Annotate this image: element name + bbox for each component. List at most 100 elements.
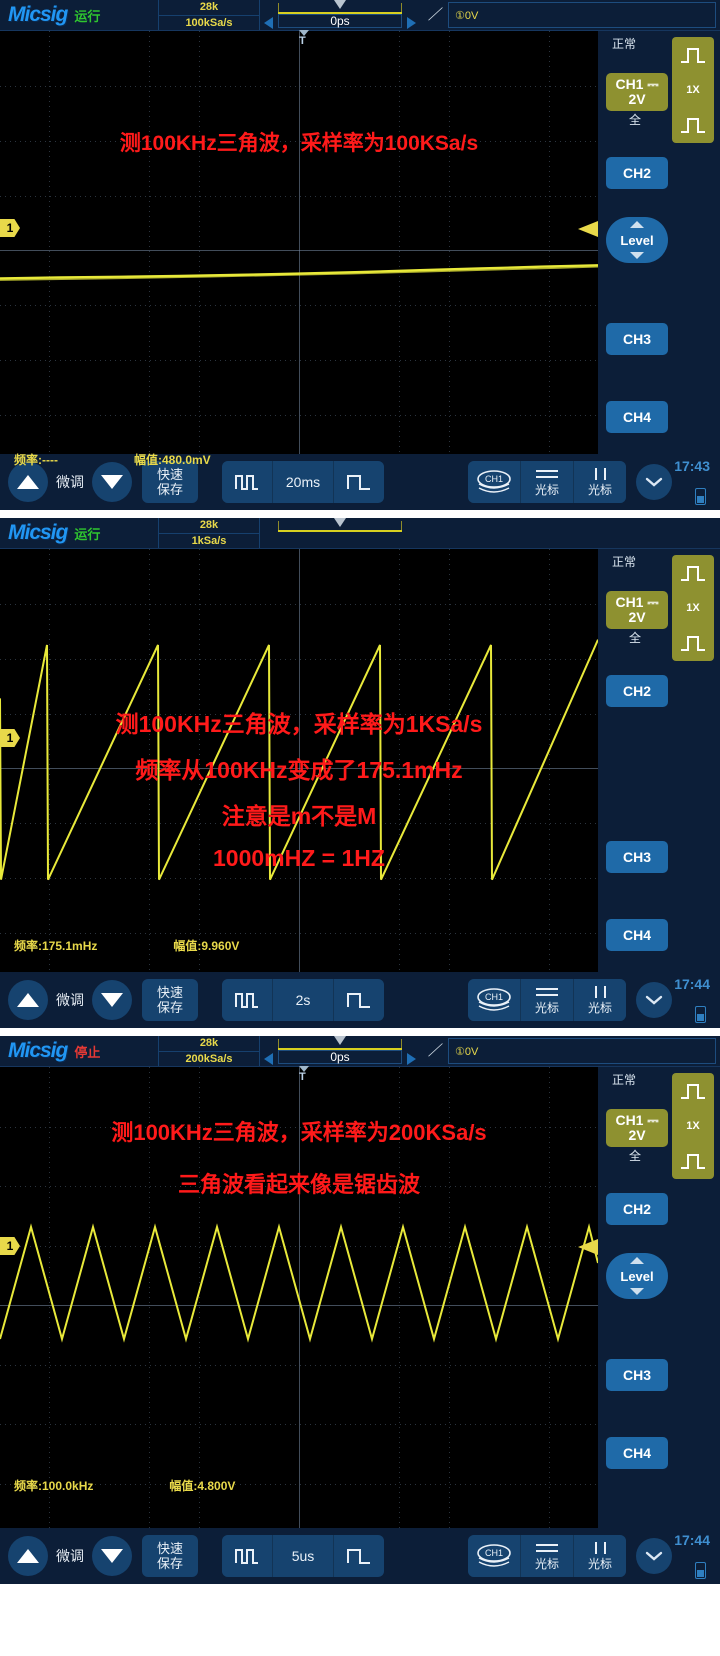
trigger-slope-icon[interactable] — [420, 518, 448, 548]
ch3-button[interactable]: CH3 — [606, 323, 668, 355]
trigger-level-button[interactable]: Level — [606, 217, 668, 263]
probe-attenuation-control[interactable]: 1X — [672, 555, 714, 661]
level-label: Level — [620, 1268, 654, 1284]
ch2-button[interactable]: CH2 — [606, 675, 668, 707]
ch1-button[interactable]: CH1 ⎓ 2V — [606, 1109, 668, 1147]
memory-depth: 28k — [199, 519, 219, 532]
amplitude-measurement: 幅值:4.800V — [169, 1479, 236, 1493]
right-control-rail: 正常 CH1 ⎓ 2V 全 1X CH2 CH3 CH4 — [598, 549, 720, 1028]
battery-icon — [695, 488, 706, 505]
trigger-position-marker-icon — [334, 1036, 346, 1045]
position-right-arrow-icon[interactable] — [407, 17, 416, 29]
trigger-source-box[interactable] — [448, 520, 716, 546]
micsig-logo: Micsig — [8, 521, 68, 544]
position-right-arrow-icon[interactable] — [407, 1053, 416, 1065]
annotation-line-1: 测100KHz三角波，采样率为100KSa/s — [119, 132, 479, 155]
more-options-button[interactable] — [636, 464, 672, 500]
trigger-source-box[interactable]: ①0V — [448, 1038, 716, 1064]
level-up-icon[interactable] — [630, 221, 644, 228]
more-options-button[interactable] — [636, 982, 672, 1018]
memory-info[interactable]: 28k 200kSa/s — [158, 1036, 260, 1066]
ch3-button[interactable]: CH3 — [606, 841, 668, 873]
brand-area: Micsig 停止 — [0, 1036, 158, 1066]
frequency-measurement: 频率:---- — [14, 453, 58, 467]
trigger-mode-label[interactable]: 正常 — [612, 1071, 636, 1088]
measurement-row: 频率:175.1mHz 幅值:9.960V — [14, 937, 239, 954]
annotation-line-2: 三角波看起来像是锯齿波 — [177, 1172, 420, 1197]
trigger-position-marker-icon — [334, 0, 346, 9]
trigger-source-box[interactable]: ①0V — [448, 2, 716, 28]
micsig-logo: Micsig — [8, 3, 68, 26]
sample-rate: 1kSa/s — [159, 532, 259, 549]
horizontal-position-control[interactable] — [260, 518, 420, 548]
ch3-button[interactable]: CH3 — [606, 1359, 668, 1391]
waveform-screen[interactable]: 1 测100KHz三角波，采样率为100KSa/s 频率:---- 幅值:480… — [0, 31, 598, 510]
chevron-down-icon — [645, 477, 663, 487]
trigger-t-marker: T — [299, 30, 309, 47]
trigger-level-button[interactable]: Level — [606, 1253, 668, 1299]
header-bar: Micsig 运行 28k 1kSa/s — [0, 518, 720, 549]
pulse-up-icon — [672, 1073, 714, 1108]
ch2-button[interactable]: CH2 — [606, 1193, 668, 1225]
battery-icon — [695, 1562, 706, 1579]
ch1-button[interactable]: CH1 ⎓ 2V — [606, 591, 668, 629]
annotation-line-1: 测100KHz三角波，采样率为200KSa/s — [111, 1120, 487, 1145]
chevron-down-icon — [645, 995, 663, 1005]
trigger-mode-label[interactable]: 正常 — [612, 553, 636, 570]
trigger-mode-label[interactable]: 正常 — [612, 35, 636, 52]
probe-attenuation-control[interactable]: 1X — [672, 37, 714, 143]
panel-body: 1 测100KHz三角波，采样率为100KSa/s 频率:---- 幅值:480… — [0, 31, 720, 510]
clock-label: 17:44 — [674, 1532, 710, 1548]
measurement-row: 频率:100.0kHz 幅值:4.800V — [14, 1477, 235, 1494]
ch1-bandwidth-label: 全 — [629, 113, 642, 127]
waveform-screen[interactable]: 1 测100KHz三角波，采样率为200KSa/s 三角波看起来像是锯齿波 频率… — [0, 1067, 598, 1584]
pulse-up-icon — [672, 37, 714, 72]
level-label: Level — [620, 232, 654, 248]
panel-separator — [0, 510, 720, 518]
memory-info[interactable]: 28k 1kSa/s — [158, 518, 260, 548]
level-down-icon[interactable] — [630, 252, 644, 259]
run-state-label[interactable]: 运行 — [74, 6, 100, 25]
amplitude-measurement: 幅值:480.0mV — [133, 453, 211, 467]
brand-area: Micsig 运行 — [0, 0, 158, 30]
ch4-button[interactable]: CH4 — [606, 401, 668, 433]
position-value — [278, 532, 402, 546]
memory-depth: 28k — [199, 1, 219, 14]
ch4-button[interactable]: CH4 — [606, 919, 668, 951]
ch1-button[interactable]: CH1 ⎓ 2V — [606, 73, 668, 111]
panel-separator — [0, 1028, 720, 1036]
ch2-button[interactable]: CH2 — [606, 157, 668, 189]
right-control-rail: 正常 CH1 ⎓ 2V 全 1X CH2 Level CH3 CH4 — [598, 1067, 720, 1584]
more-options-button[interactable] — [636, 1538, 672, 1574]
ch1-scale: 2V — [628, 609, 646, 625]
trigger-slope-icon[interactable]: ⟋ — [420, 1036, 448, 1066]
micsig-logo: Micsig — [8, 1039, 68, 1062]
clock-label: 17:44 — [674, 976, 710, 992]
pulse-down-icon — [672, 1144, 714, 1179]
annotation-line-2: 频率从100KHz变成了175.1mHz — [135, 757, 463, 783]
oscilloscope-panel-2: Micsig 运行 28k 1kSa/s 1 测100KHz三角波，采样率为1K… — [0, 518, 720, 1028]
waveform-trace-ch1 — [0, 264, 598, 281]
level-down-icon[interactable] — [630, 1288, 644, 1295]
ch4-button[interactable]: CH4 — [606, 1437, 668, 1469]
sample-rate: 200kSa/s — [159, 1050, 259, 1067]
horizontal-position-control[interactable]: 0ps — [260, 0, 420, 30]
dc-coupling-icon: ⎓ — [643, 594, 659, 610]
trigger-slope-icon[interactable]: ⟋ — [420, 0, 448, 30]
waveform-screen[interactable]: 1 测100KHz三角波，采样率为1KSa/s 频率从100KHz变成了175.… — [0, 549, 598, 1028]
pulse-up-icon — [672, 555, 714, 590]
frequency-measurement: 频率:175.1mHz — [14, 939, 98, 953]
trigger-t-letter: T — [299, 1071, 306, 1083]
run-state-label[interactable]: 运行 — [74, 524, 100, 543]
stop-state-label[interactable]: 停止 — [74, 1042, 100, 1061]
position-left-arrow-icon[interactable] — [264, 17, 273, 29]
probe-ratio: 1X — [686, 601, 700, 614]
probe-attenuation-control[interactable]: 1X — [672, 1073, 714, 1179]
trigger-source-label: ①0V — [455, 1045, 479, 1058]
level-up-icon[interactable] — [630, 1257, 644, 1264]
horizontal-position-control[interactable]: 0ps — [260, 1036, 420, 1066]
position-left-arrow-icon[interactable] — [264, 1053, 273, 1065]
ch1-bandwidth-label: 全 — [629, 631, 642, 645]
memory-info[interactable]: 28k 100kSa/s — [158, 0, 260, 30]
ch1-scale: 2V — [628, 91, 646, 107]
